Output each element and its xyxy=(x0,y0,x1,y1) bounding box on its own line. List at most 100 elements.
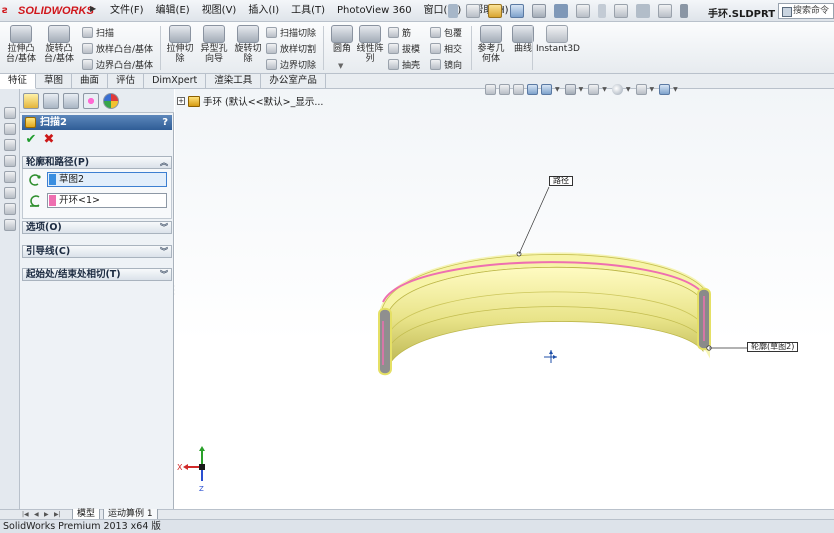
shell-button[interactable]: 抽壳 xyxy=(388,57,420,71)
file-properties-icon[interactable] xyxy=(614,4,628,18)
fillet-dropdown-icon[interactable]: ▼ xyxy=(338,62,343,70)
group-tangency[interactable]: 起始处/结束处相切(T) ︾ xyxy=(22,268,172,281)
sweep-icon xyxy=(82,26,93,38)
next-tab-arrow-icon[interactable]: ▶ xyxy=(44,510,49,519)
tab-office-products[interactable]: 办公室产品 xyxy=(261,74,326,89)
pin-icon[interactable] xyxy=(448,4,458,18)
first-tab-arrow-icon[interactable]: |◀ xyxy=(22,510,29,519)
print-icon[interactable] xyxy=(532,4,546,18)
layout-icon[interactable] xyxy=(658,4,672,18)
tab-render-tools[interactable]: 渲染工具 xyxy=(206,74,262,89)
feature-manager-tab-icon[interactable] xyxy=(23,93,39,109)
group-profile-path[interactable]: 轮廓和路径(P) ︽ xyxy=(22,156,172,169)
hole-wizard-button[interactable]: 异型孔 向导 xyxy=(196,25,232,64)
logo-menu-arrow-icon[interactable]: ▶ xyxy=(90,4,100,13)
command-tabs: 特征 草图 曲面 评估 DimXpert 渲染工具 办公室产品 xyxy=(0,74,834,89)
expand-chevron-icon: ︾ xyxy=(160,247,168,256)
pin-toolbar-icon[interactable] xyxy=(680,4,688,18)
group-guide-curves-label: 引导线(C) xyxy=(26,246,71,257)
extrude-cut-label: 拉伸切 除 xyxy=(166,44,194,64)
lofted-cut-icon xyxy=(266,42,277,54)
tab-evaluate[interactable]: 评估 xyxy=(108,74,145,89)
options-icon[interactable] xyxy=(636,4,650,18)
reference-geometry-button[interactable]: 参考几 何体 xyxy=(473,25,509,64)
menu-photoview[interactable]: PhotoView 360 xyxy=(331,4,418,18)
spline-icon[interactable] xyxy=(4,139,16,151)
wrap-icon xyxy=(430,26,441,38)
instant3d-label: Instant3D xyxy=(536,44,580,54)
view-icon[interactable] xyxy=(4,171,16,183)
tab-sketch[interactable]: 草图 xyxy=(36,74,73,89)
profile-selection-field[interactable]: 草图2 xyxy=(47,172,167,187)
path-callout[interactable]: 路径 xyxy=(549,176,573,186)
select-icon[interactable] xyxy=(576,4,590,18)
tab-surfaces[interactable]: 曲面 xyxy=(72,74,109,89)
arc-icon[interactable] xyxy=(4,123,16,135)
prev-tab-arrow-icon[interactable]: ◀ xyxy=(34,510,39,519)
save-icon[interactable] xyxy=(510,4,524,18)
linear-pattern-button[interactable]: 线性阵 列 xyxy=(352,25,388,64)
undo-icon[interactable] xyxy=(554,4,568,18)
model-view[interactable]: X Z xyxy=(175,89,834,509)
rib-button[interactable]: 筋 xyxy=(388,25,411,39)
draft-button[interactable]: 拔模 xyxy=(388,41,420,55)
revolve-cut-button[interactable]: 旋转切 除 xyxy=(230,25,266,64)
display-manager-tab-icon[interactable] xyxy=(103,93,119,109)
new-file-icon[interactable] xyxy=(466,4,480,18)
group-profile-path-label: 轮廓和路径(P) xyxy=(26,157,90,168)
lofted-cut-button[interactable]: 放样切割 xyxy=(266,41,316,55)
extrude-cut-button[interactable]: 拉伸切 除 xyxy=(162,25,198,64)
settings-icon[interactable] xyxy=(4,219,16,231)
revolve-boss-button[interactable]: 旋转凸 台/基体 xyxy=(41,25,77,64)
search-commands-input[interactable]: 搜索命令 xyxy=(778,3,834,19)
dimxpert-manager-tab-icon[interactable] xyxy=(83,93,99,109)
sweep-button[interactable]: 扫描 xyxy=(82,25,114,39)
cancel-button[interactable]: ✖ xyxy=(42,133,56,147)
line-icon[interactable] xyxy=(4,107,16,119)
swept-cut-button[interactable]: 扫描切除 xyxy=(266,25,316,39)
mirror-button[interactable]: 镜向 xyxy=(430,57,462,71)
section-icon[interactable] xyxy=(4,187,16,199)
revolve-cut-label: 旋转切 除 xyxy=(234,44,262,64)
menu-view[interactable]: 视图(V) xyxy=(196,4,243,18)
feature-title: 扫描2 xyxy=(40,117,67,128)
left-end-cap[interactable] xyxy=(378,307,392,376)
menu-tools[interactable]: 工具(T) xyxy=(285,4,331,18)
rebuild-icon[interactable] xyxy=(598,4,606,18)
instant3d-icon xyxy=(546,25,568,43)
loft-boss-button[interactable]: 放样凸台/基体 xyxy=(82,41,153,55)
tab-dimxpert[interactable]: DimXpert xyxy=(144,74,207,89)
measure-icon[interactable] xyxy=(4,203,16,215)
wrap-button[interactable]: 包覆 xyxy=(430,25,462,39)
bracelet-model[interactable] xyxy=(378,251,712,376)
menu-file[interactable]: 文件(F) xyxy=(104,4,150,18)
menu-edit[interactable]: 编辑(E) xyxy=(150,4,196,18)
group-guide-curves[interactable]: 引导线(C) ︾ xyxy=(22,245,172,258)
title-bar: ƨ SOLIDWORKS ▶ 文件(F) 编辑(E) 视图(V) 插入(I) 工… xyxy=(0,0,834,22)
open-file-icon[interactable] xyxy=(488,4,502,18)
plane-icon[interactable] xyxy=(4,155,16,167)
help-button[interactable]: ? xyxy=(162,115,168,130)
triad-z-label: Z xyxy=(199,485,204,493)
last-tab-arrow-icon[interactable]: ▶| xyxy=(54,510,61,519)
boundary-cut-button[interactable]: 边界切除 xyxy=(266,57,316,71)
intersect-button[interactable]: 相交 xyxy=(430,41,462,55)
quick-access-toolbar xyxy=(448,3,696,19)
reference-geometry-label: 参考几 何体 xyxy=(477,44,505,64)
property-manager: 扫描2 ? ✔ ✖ 轮廓和路径(P) ︽ 草图2 开环<1> 选项(O) ︾ 引… xyxy=(20,89,174,509)
profile-callout[interactable]: 轮廓(草图2) xyxy=(747,342,799,352)
graphics-area[interactable]: + 手环 (默认<<默认>_显示... ▼ ▼ ▼ ▼ ▼ ▼ X Z 路径 轮… xyxy=(175,83,834,509)
menu-insert[interactable]: 插入(I) xyxy=(242,4,285,18)
draft-icon xyxy=(388,42,399,54)
property-manager-tab-icon[interactable] xyxy=(43,93,59,109)
app-logo[interactable]: ƨ SOLIDWORKS xyxy=(2,3,94,19)
configuration-manager-tab-icon[interactable] xyxy=(63,93,79,109)
extrude-boss-button[interactable]: 拉伸凸 台/基体 xyxy=(3,25,39,64)
group-options[interactable]: 选项(O) ︾ xyxy=(22,221,172,234)
instant3d-button[interactable]: Instant3D xyxy=(536,25,580,54)
tab-features[interactable]: 特征 xyxy=(0,74,37,89)
boundary-boss-button[interactable]: 边界凸台/基体 xyxy=(82,57,153,71)
path-selection-field[interactable]: 开环<1> xyxy=(47,193,167,208)
ribbon-separator xyxy=(160,26,161,70)
ok-button[interactable]: ✔ xyxy=(24,133,38,147)
